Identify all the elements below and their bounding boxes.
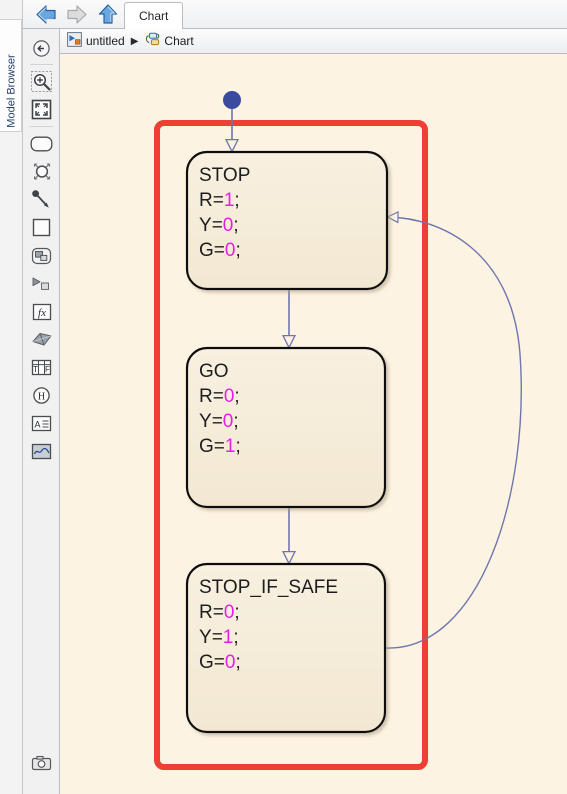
top-navigation-bar: Chart [23, 0, 567, 29]
state-stop-if-safe-action-2: Y=1; [199, 627, 239, 648]
state-stop-name: STOP [199, 165, 250, 186]
stateflow-chart-icon [144, 32, 160, 50]
chart-graphics: STOP R=1; Y=0; G=0; GO R=0; Y=0; G=1; ST… [154, 91, 522, 770]
state-go[interactable]: GO R=0; Y=0; G=1; [185, 346, 387, 509]
box-icon[interactable] [27, 214, 56, 241]
svg-text:H: H [38, 391, 45, 402]
breadcrumb-label-untitled: untitled [86, 34, 125, 48]
fit-to-view-icon[interactable] [27, 96, 56, 123]
chart-canvas[interactable]: STOP R=1; Y=0; G=0; GO R=0; Y=0; G=1; ST… [60, 54, 567, 794]
breadcrumb-item-chart[interactable]: Chart [144, 32, 194, 50]
tab-chart[interactable]: Chart [124, 2, 184, 29]
state-stop-action-3: G=0; [199, 240, 241, 261]
object-palette-toolbar: fx T F H A [23, 29, 60, 794]
svg-text:A: A [34, 419, 40, 429]
svg-text:F: F [45, 365, 50, 374]
transition-icon[interactable] [27, 186, 56, 213]
zoom-in-icon[interactable] [27, 68, 56, 95]
back-to-parent-icon[interactable] [27, 35, 56, 62]
state-stop-if-safe[interactable]: STOP_IF_SAFE R=0; Y=1; G=0; [185, 562, 387, 734]
state-go-action-3: G=1; [199, 436, 241, 457]
junction-icon[interactable] [27, 158, 56, 185]
breadcrumb-item-untitled[interactable]: untitled [67, 32, 125, 50]
truth-table-icon[interactable]: T F [27, 354, 56, 381]
state-stop-action-1: R=1; [199, 190, 240, 211]
matlab-function-icon[interactable]: fx [27, 298, 56, 325]
graphical-function-icon[interactable] [27, 242, 56, 269]
state-stop[interactable]: STOP R=1; Y=0; G=0; [185, 150, 389, 291]
simulink-state-icon[interactable] [27, 326, 56, 353]
svg-text:T: T [33, 365, 38, 374]
camera-icon[interactable] [27, 749, 56, 776]
model-browser-panel: Model Browser [0, 0, 23, 794]
breadcrumb-separator: ▶ [130, 35, 139, 47]
breadcrumb: untitled ▶ Chart [60, 29, 567, 54]
simulink-model-icon [67, 32, 82, 50]
state-go-action-2: Y=0; [199, 411, 239, 432]
scope-icon[interactable] [27, 438, 56, 465]
state-go-action-1: R=0; [199, 386, 240, 407]
up-arrow-icon[interactable] [95, 3, 121, 26]
transition-stop-if-safe-to-stop [384, 217, 522, 649]
back-arrow-icon[interactable] [33, 3, 59, 26]
forward-arrow-icon [64, 3, 90, 26]
stateflow-editor-window: Model Browser Chart fx T F H A untitled … [0, 0, 567, 794]
breadcrumb-label-chart: Chart [164, 34, 194, 48]
state-stop-if-safe-action-1: R=0; [199, 602, 240, 623]
state-stop-action-2: Y=0; [199, 215, 239, 236]
model-browser-label: Model Browser [5, 54, 18, 128]
svg-text:fx: fx [38, 307, 46, 319]
model-browser-tab[interactable]: Model Browser [0, 19, 22, 132]
state-icon[interactable] [27, 130, 56, 157]
simulink-function-icon[interactable] [27, 270, 56, 297]
history-junction-icon[interactable]: H [27, 382, 56, 409]
default-transition-junction [223, 91, 241, 109]
state-stop-if-safe-name: STOP_IF_SAFE [199, 577, 338, 598]
annotation-icon[interactable]: A [27, 410, 56, 437]
state-stop-if-safe-action-3: G=0; [199, 652, 241, 673]
state-go-name: GO [199, 361, 229, 382]
